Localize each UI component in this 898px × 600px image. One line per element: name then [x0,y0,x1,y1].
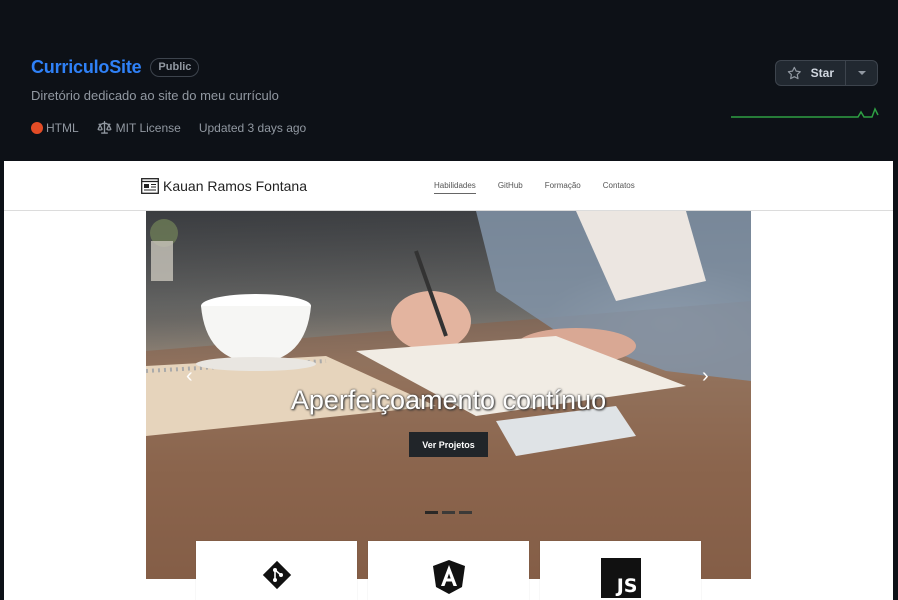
carousel-caption: Aperfeiçoamento contínuo [290,385,607,415]
carousel-next-control[interactable]: › [702,366,709,386]
star-button-group: Star [775,60,878,86]
repo-description: Diretório dedicado ao site do meu curríc… [31,88,279,103]
site-brand[interactable]: Kauan Ramos Fontana [141,178,307,194]
updated-label: Updated 3 days ago [198,121,307,135]
git-icon [262,560,291,590]
language-color-dot [31,122,43,134]
skill-card-angular [368,541,529,600]
brand-name: Kauan Ramos Fontana [163,178,307,194]
repo-meta: HTML MIT License Updated 3 days ago [31,121,324,135]
carousel-indicator-3[interactable] [459,511,472,514]
license-item[interactable]: MIT License [97,121,181,135]
star-icon [787,66,801,79]
nav-link-github[interactable]: GitHub [498,181,523,194]
carousel-indicator-2[interactable] [442,511,455,514]
hero-carousel: Aperfeiçoamento contínuo Ver Projetos ‹ … [146,211,751,579]
nav-link-habilidades[interactable]: Habilidades [434,181,476,194]
skill-card-javascript: JS [540,541,701,600]
updated-item: Updated 3 days ago [199,121,306,135]
nav-link-formacao[interactable]: Formação [545,181,581,194]
angular-icon [432,560,465,594]
language-label: HTML [46,121,79,135]
law-scale-icon [97,121,112,134]
star-dropdown-button[interactable] [846,61,877,85]
skill-card-git [196,541,357,600]
license-label: MIT License [115,121,181,135]
star-button[interactable]: Star [776,61,846,85]
star-label: Star [810,66,834,80]
repo-title: CurriculoSite Public [31,57,200,78]
repo-name-link[interactable]: CurriculoSite [31,57,142,78]
nav-link-contatos[interactable]: Contatos [603,181,635,194]
language-item: HTML [31,121,79,135]
caret-down-icon [857,71,866,75]
ver-projetos-button[interactable]: Ver Projetos [409,432,488,457]
site-preview: Kauan Ramos Fontana Habilidades GitHub F… [4,161,893,600]
carousel-prev-control[interactable]: ‹ [186,366,193,386]
carousel-indicators [425,511,476,514]
site-navbar: Kauan Ramos Fontana Habilidades GitHub F… [4,161,893,211]
resume-icon [141,178,159,194]
javascript-label: JS [616,575,638,597]
site-nav-links: Habilidades GitHub Formação Contatos [434,181,657,194]
activity-sparkline [731,107,879,118]
carousel-indicator-1[interactable] [425,511,438,514]
javascript-icon: JS [600,558,641,598]
visibility-badge: Public [150,58,200,77]
skills-cards: JS [196,541,712,600]
